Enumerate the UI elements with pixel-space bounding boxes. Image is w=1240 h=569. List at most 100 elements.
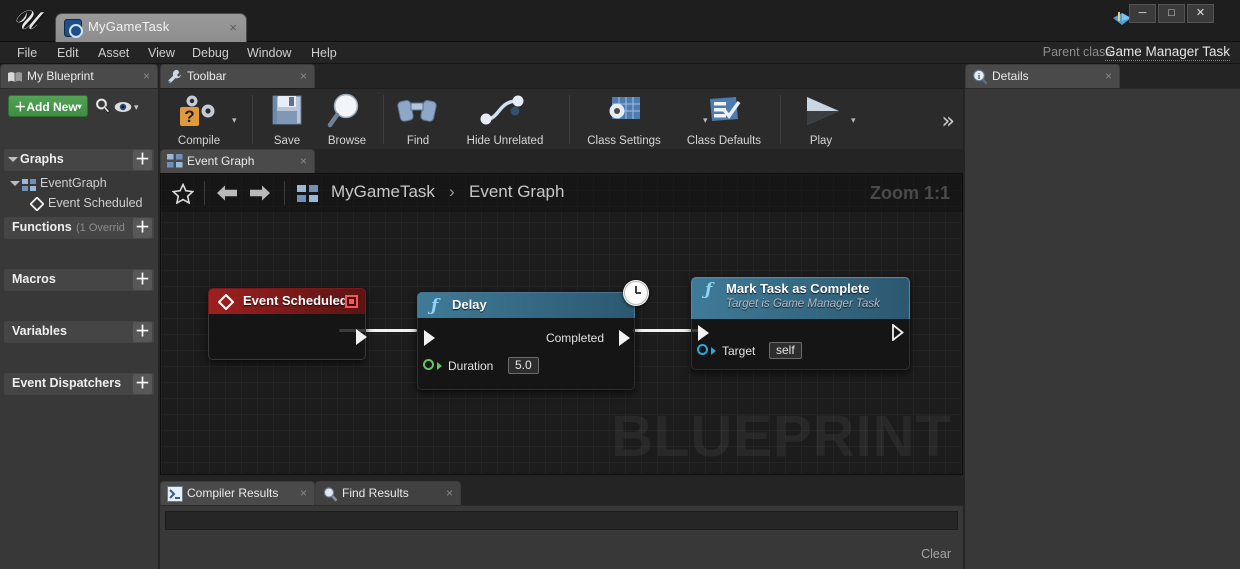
add-graph-button[interactable]: ＋ [133, 150, 152, 170]
node-delay-duration-value[interactable]: 5.0 [508, 357, 539, 374]
tab-toolbar[interactable]: Toolbar × [160, 64, 315, 88]
section-event-dispatchers[interactable]: Event Dispatchers ＋ [4, 373, 154, 395]
search-icon[interactable] [95, 98, 111, 114]
zoom-level-label: Zoom 1:1 [869, 183, 950, 203]
function-f-icon: ƒ [705, 280, 713, 300]
exec-output-pin[interactable] [892, 323, 904, 342]
save-icon [269, 93, 305, 136]
expander-triangle-icon[interactable] [10, 181, 20, 186]
tab-toolbar-label: Toolbar [187, 69, 227, 83]
menu-file[interactable]: File [8, 42, 46, 64]
favorite-star-icon[interactable] [171, 182, 195, 209]
tab-event-graph[interactable]: Event Graph × [160, 149, 315, 173]
exec-output-pin-completed[interactable] [619, 330, 630, 346]
node-mark-task-target-value[interactable]: self [769, 342, 802, 359]
compile-caret-icon[interactable]: ▾ [232, 115, 237, 126]
asset-tab-close-icon[interactable]: × [229, 20, 237, 36]
tab-event-graph-close-icon[interactable]: × [300, 154, 307, 168]
exec-input-pin[interactable] [698, 325, 709, 341]
tab-my-blueprint[interactable]: My Blueprint × [0, 64, 158, 88]
browse-button[interactable]: Browse [316, 89, 378, 150]
section-functions-label: Functions [12, 220, 72, 234]
forward-arrow-icon[interactable] [248, 183, 272, 208]
event-delegate-pin[interactable] [345, 295, 358, 308]
eye-visibility-icon[interactable] [114, 100, 132, 112]
details-info-icon: i [972, 69, 988, 85]
class-settings-button[interactable]: Class Settings [574, 89, 674, 150]
hide-unrelated-button[interactable]: Hide Unrelated [450, 89, 560, 150]
details-body[interactable] [965, 88, 1240, 569]
class-defaults-label: Class Defaults [686, 135, 762, 147]
tab-find-results-close-icon[interactable]: × [446, 486, 453, 500]
node-mark-task-as-complete[interactable]: ƒ Mark Task as Complete Target is Game M… [691, 277, 910, 370]
menu-help[interactable]: Help [302, 42, 346, 64]
menu-asset[interactable]: Asset [89, 42, 138, 64]
section-graphs[interactable]: Graphs ＋ [4, 149, 154, 171]
toolbar-overflow-button[interactable]: » [942, 109, 955, 134]
tab-details-close-icon[interactable]: × [1105, 69, 1112, 83]
add-function-button[interactable]: ＋ [133, 218, 152, 238]
window-minimize-button[interactable]: ─ [1129, 4, 1156, 23]
window-maximize-button[interactable]: □ [1158, 4, 1185, 23]
tab-compiler-results-label: Compiler Results [187, 486, 279, 500]
compile-button[interactable]: ? Compile [166, 89, 232, 150]
latent-clock-icon [623, 280, 649, 306]
tab-my-blueprint-close-icon[interactable]: × [143, 69, 150, 83]
menu-view[interactable]: View [139, 42, 184, 64]
section-variables[interactable]: Variables ＋ [4, 321, 154, 343]
expander-triangle-icon[interactable] [8, 157, 18, 162]
blueprint-asset-icon [64, 19, 83, 38]
tab-compiler-results-close-icon[interactable]: × [300, 486, 307, 500]
tab-find-results[interactable]: Find Results × [315, 481, 461, 505]
section-macros[interactable]: Macros ＋ [4, 269, 154, 291]
parent-class-value[interactable]: Game Manager Task [1104, 44, 1230, 61]
node-mark-task-target-label: Target [722, 344, 756, 358]
menu-bar: File Edit Asset View Debug Window Help P… [0, 42, 1240, 64]
tab-toolbar-close-icon[interactable]: × [300, 69, 307, 83]
breadcrumb-current[interactable]: Event Graph [469, 182, 564, 202]
tree-item-event-scheduled[interactable]: Event Scheduled [4, 194, 154, 214]
play-button[interactable]: Play [785, 89, 857, 150]
menu-debug[interactable]: Debug [183, 42, 238, 64]
details-panel: i Details × [965, 64, 1240, 569]
menu-edit[interactable]: Edit [48, 42, 88, 64]
unreal-engine-logo-icon: 𝒰 [12, 5, 38, 36]
compiler-results-list[interactable] [165, 511, 958, 530]
visibility-caret-icon[interactable]: ▾ [134, 102, 139, 113]
breadcrumb-root[interactable]: MyGameTask [331, 182, 435, 202]
play-caret-icon[interactable]: ▾ [851, 115, 856, 126]
tree-item-eventgraph-label: EventGraph [40, 176, 107, 190]
tab-compiler-results[interactable]: Compiler Results × [160, 481, 315, 505]
graph-body[interactable]: BLUEPRINT Event Scheduled ƒ Delay Comple… [160, 173, 963, 475]
exec-output-pin[interactable] [356, 329, 367, 345]
add-event-dispatcher-button[interactable]: ＋ [133, 374, 152, 394]
add-new-button[interactable]: ＋Add New▾ [8, 95, 88, 117]
section-functions[interactable]: Functions (1 Overrid ＋ [4, 217, 154, 239]
node-delay[interactable]: ƒ Delay Completed Duration 5.0 [417, 280, 649, 390]
compiler-results-icon [167, 486, 183, 502]
save-button[interactable]: Save [258, 89, 316, 150]
class-defaults-button[interactable]: Class Defaults [674, 89, 774, 150]
add-macro-button[interactable]: ＋ [133, 270, 152, 290]
asset-tab-label: MyGameTask [88, 19, 170, 34]
node-event-scheduled[interactable]: Event Scheduled [208, 288, 367, 360]
duration-pin-icon[interactable] [423, 359, 434, 370]
window-close-button[interactable]: ✕ [1187, 4, 1214, 23]
tree-item-eventgraph[interactable]: EventGraph [4, 174, 154, 194]
find-results-icon [322, 486, 338, 502]
back-arrow-icon[interactable] [215, 183, 239, 208]
tab-details[interactable]: i Details × [965, 64, 1120, 88]
tree-item-event-scheduled-label: Event Scheduled [48, 196, 143, 210]
event-node-diamond-icon [29, 196, 45, 216]
exec-input-pin[interactable] [424, 330, 435, 346]
find-button[interactable]: Find [388, 89, 448, 150]
asset-tab-mygametask[interactable]: MyGameTask × [55, 13, 247, 42]
clear-results-button[interactable]: Clear [921, 547, 951, 561]
blueprint-watermark: BLUEPRINT [611, 404, 952, 469]
target-pin-icon[interactable] [697, 344, 708, 355]
graph-canvas[interactable]: BLUEPRINT Event Scheduled ƒ Delay Comple… [161, 174, 962, 474]
menu-window[interactable]: Window [238, 42, 300, 64]
section-macros-label: Macros [12, 272, 56, 286]
add-variable-button[interactable]: ＋ [133, 322, 152, 342]
event-diamond-icon [217, 293, 235, 314]
